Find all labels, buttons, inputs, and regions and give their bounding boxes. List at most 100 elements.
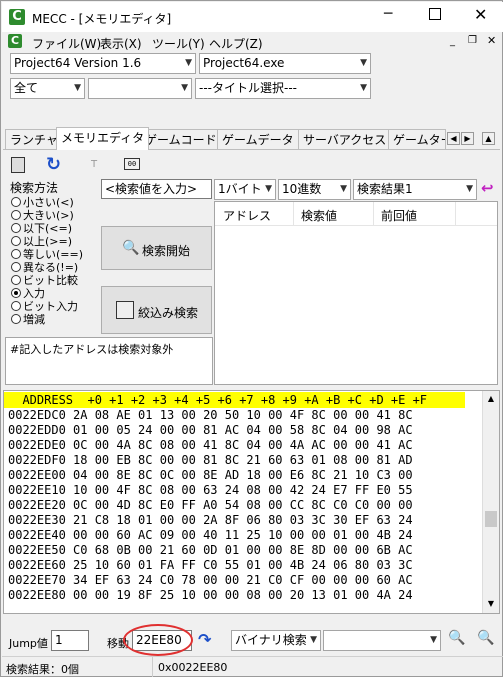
radio-bit-compare-circle <box>11 275 21 285</box>
refresh-icon[interactable]: ↻ <box>46 154 61 175</box>
radix-select[interactable]: 10進数 ▼ <box>278 179 351 200</box>
text-icon[interactable]: T <box>91 159 97 170</box>
radio-equal[interactable]: 等しい(==) <box>11 249 83 260</box>
search-mode-select[interactable]: バイナリ検索 ▼ <box>231 630 321 651</box>
menu-tools[interactable]: ツール(Y) <box>152 35 205 52</box>
hex-row[interactable]: 0022EE40 00 00 60 AC 09 00 40 11 25 10 0… <box>8 528 413 542</box>
search-results-list[interactable]: アドレス 検索値 前回値 <box>214 201 498 385</box>
hex-row[interactable]: 0022EDF0 18 00 EB 8C 00 00 81 8C 21 60 6… <box>8 453 413 467</box>
scroll-up-icon[interactable]: ▲ <box>484 394 498 403</box>
radio-less-label: 小さい(<) <box>23 196 74 209</box>
col-address[interactable]: アドレス <box>223 207 271 224</box>
hex-view[interactable]: ADDRESS +0 +1 +2 +3 +4 +5 +6 +7 +8 +9 +A… <box>3 390 500 614</box>
close-icon[interactable]: ✕ <box>474 5 487 24</box>
app-icon: C <box>9 9 25 25</box>
radio-inc-dec[interactable]: 増減 <box>11 314 45 325</box>
mdi-restore-icon[interactable]: ❐ <box>468 35 477 46</box>
refine-search-icon <box>116 301 134 319</box>
hex-row[interactable]: 0022EE50 C0 68 0B 00 21 60 0D 01 00 00 8… <box>8 543 413 557</box>
chevron-down-icon: ▼ <box>181 83 188 93</box>
hex-row[interactable]: 0022EE20 0C 00 4D 8C E0 FF A0 54 08 00 C… <box>8 498 413 512</box>
menu-file[interactable]: ファイル(W) <box>32 35 101 52</box>
hex-row[interactable]: 0022EE00 04 00 8E 8C 0C 00 8E AD 18 00 E… <box>8 468 413 482</box>
tab-scroll-left-icon[interactable]: ◀ <box>447 132 460 145</box>
results-select[interactable]: 検索結果1 ▼ <box>353 179 477 200</box>
scroll-thumb[interactable] <box>485 511 497 527</box>
radio-input[interactable]: 入力 <box>11 288 45 299</box>
app-menu-icon[interactable]: C <box>8 34 22 48</box>
note-box[interactable]: #記入したアドレスは検索対象外 <box>5 337 213 385</box>
hex-row[interactable]: 0022EE60 25 10 60 01 FA FF C0 55 01 00 4… <box>8 558 413 572</box>
go-arrow-icon[interactable]: ↷ <box>198 630 211 649</box>
hex-row[interactable]: 0022EDD0 01 00 05 24 00 00 81 AC 04 00 5… <box>8 423 413 437</box>
refine-search-button[interactable]: 絞込み検索 <box>101 286 212 334</box>
radio-bit-input[interactable]: ビット入力 <box>11 301 78 312</box>
menu-view[interactable]: 表示(X) <box>100 35 142 52</box>
app-window: C MECC - [メモリエディタ] ─ ✕ C ファイル(W) 表示(X) ツ… <box>0 0 503 677</box>
radio-greater-circle <box>11 210 21 220</box>
calculator-icon[interactable] <box>11 157 25 173</box>
magnifier-icon: 🔍 <box>122 240 140 256</box>
status-results: 検索結果：0個 <box>6 663 79 676</box>
maximize-icon[interactable] <box>429 8 441 20</box>
tab-game-code[interactable]: ゲームコード <box>140 129 222 149</box>
undo-arrow-icon[interactable]: ↩ <box>481 179 494 197</box>
hex-row[interactable]: 0022EDE0 0C 00 4A 8C 08 00 41 8C 04 00 4… <box>8 438 413 452</box>
hex-row[interactable]: 0022EE10 10 00 4F 8C 08 00 63 24 08 00 4… <box>8 483 413 497</box>
search-prev-icon[interactable]: 🔍 <box>448 630 465 646</box>
radio-not-equal[interactable]: 異なる(!=) <box>11 262 78 273</box>
chevron-down-icon: ▼ <box>430 635 437 645</box>
radio-less[interactable]: 小さい(<) <box>11 197 74 208</box>
jump-value-input[interactable]: 1 <box>51 630 89 651</box>
radio-bit-compare-label: ビット比較 <box>23 274 78 287</box>
radio-le-label: 以下(<=) <box>23 222 73 235</box>
tab-memory-editor[interactable]: メモリエディタ <box>56 127 150 150</box>
radio-bit-compare[interactable]: ビット比較 <box>11 275 78 286</box>
radio-equal-circle <box>11 249 21 259</box>
search-method-label: 検索方法 <box>10 181 59 195</box>
category-select[interactable]: 全て ▼ <box>10 78 85 99</box>
tab-launcher[interactable]: ランチャ <box>5 129 63 149</box>
tab-server-access[interactable]: サーバアクセス <box>298 129 392 149</box>
radio-equal-label: 等しい(==) <box>23 248 84 261</box>
scroll-down-icon[interactable]: ▼ <box>484 599 498 608</box>
chevron-down-icon: ▼ <box>340 184 347 194</box>
hex-row[interactable]: 0022EE30 21 C8 18 01 00 00 2A 8F 06 80 0… <box>8 513 413 527</box>
refine-search-label: 絞込み検索 <box>138 306 199 320</box>
minimize-icon[interactable]: ─ <box>384 6 392 22</box>
mdi-close-icon[interactable]: ✕ <box>487 34 496 47</box>
tab-scroll-right-icon[interactable]: ▶ <box>461 132 474 145</box>
menu-help[interactable]: ヘルプ(Z) <box>209 35 263 52</box>
tab-game-tool[interactable]: ゲームター <box>388 129 446 149</box>
radio-bit-input-circle <box>11 301 21 311</box>
size-select[interactable]: 1バイト ▼ <box>214 179 276 200</box>
collapse-icon[interactable]: ▲ <box>482 132 495 145</box>
hex-row[interactable]: 0022EE70 34 EF 63 24 C0 78 00 00 21 C0 C… <box>8 573 413 587</box>
radio-ge[interactable]: 以上(>=) <box>11 236 72 247</box>
chevron-down-icon: ▼ <box>466 184 473 194</box>
col-previous-value[interactable]: 前回値 <box>381 207 417 224</box>
search-value-input[interactable]: <検索値を入力> <box>101 179 212 199</box>
hex-icon[interactable]: 00 <box>124 158 140 170</box>
project-select[interactable]: Project64 Version 1.6 ▼ <box>10 53 196 74</box>
radio-le[interactable]: 以下(<=) <box>11 223 72 234</box>
col-search-value[interactable]: 検索値 <box>301 207 337 224</box>
hex-row[interactable]: 0022EE80 00 00 19 8F 25 10 00 00 08 00 2… <box>8 588 413 602</box>
binary-search-field[interactable]: ▼ <box>323 630 441 651</box>
hex-scrollbar[interactable]: ▲ ▼ <box>482 391 499 613</box>
search-mode-value: バイナリ検索 <box>235 633 307 647</box>
chevron-down-icon: ▼ <box>310 635 317 645</box>
radix-select-value: 10進数 <box>282 182 322 196</box>
tab-game-data[interactable]: ゲームデータ <box>217 129 299 149</box>
chevron-down-icon: ▼ <box>185 58 192 68</box>
radio-greater[interactable]: 大きい(>) <box>11 210 74 221</box>
hex-row[interactable]: 0022EDC0 2A 08 AE 01 13 00 20 50 10 00 4… <box>8 408 413 422</box>
search-start-button[interactable]: 🔍 検索開始 <box>101 226 212 270</box>
exe-select[interactable]: Project64.exe ▼ <box>199 53 371 74</box>
mdi-minimize-icon[interactable]: _ <box>450 36 455 47</box>
jump-label: Jump値 <box>9 637 48 650</box>
search-next-icon[interactable]: 🔍 <box>477 630 494 646</box>
title-select[interactable]: ---タイトル選択--- ▼ <box>195 78 371 99</box>
sub-select[interactable]: ▼ <box>88 78 192 99</box>
radio-bit-input-label: ビット入力 <box>23 300 78 313</box>
